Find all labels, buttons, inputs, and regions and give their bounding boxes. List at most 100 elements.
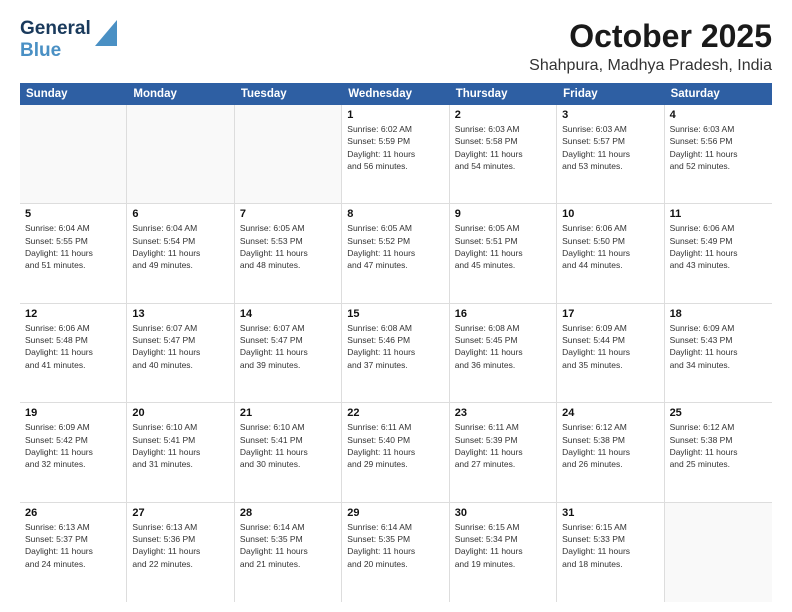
- calendar-cell: 29 Sunrise: 6:14 AM Sunset: 5:35 PM Dayli…: [342, 503, 449, 602]
- page: General Blue October 2025 Shahpura, Madh…: [0, 0, 792, 612]
- cell-day-number: 29: [347, 507, 443, 519]
- cell-day-number: 19: [25, 407, 121, 419]
- cell-day-number: 26: [25, 507, 121, 519]
- calendar-cell: 4Sunrise: 6:03 AM Sunset: 5:56 PM Daylig…: [665, 105, 772, 203]
- cell-day-number: 20: [132, 407, 228, 419]
- cell-info: Sunrise: 6:09 AM Sunset: 5:43 PM Dayligh…: [670, 322, 767, 371]
- cell-day-number: 12: [25, 308, 121, 320]
- calendar-cell: 6 Sunrise: 6:04 AM Sunset: 5:54 PM Daylig…: [127, 204, 234, 302]
- calendar-cell: 31 Sunrise: 6:15 AM Sunset: 5:33 PM Dayli…: [557, 503, 664, 602]
- cell-day-number: 27: [132, 507, 228, 519]
- cell-info: Sunrise: 6:10 AM Sunset: 5:41 PM Dayligh…: [240, 421, 336, 470]
- cell-day-number: 9: [455, 208, 551, 220]
- cell-day-number: 17: [562, 308, 658, 320]
- day-header-saturday: Saturday: [665, 83, 772, 105]
- cell-day-number: 13: [132, 308, 228, 320]
- cell-info: Sunrise: 6:15 AM Sunset: 5:34 PM Dayligh…: [455, 521, 551, 570]
- cell-day-number: 23: [455, 407, 551, 419]
- cell-day-number: 15: [347, 308, 443, 320]
- calendar-row: 5 Sunrise: 6:04 AM Sunset: 5:55 PM Daylig…: [20, 204, 772, 303]
- calendar-cell: 9Sunrise: 6:05 AM Sunset: 5:51 PM Daylig…: [450, 204, 557, 302]
- cell-info: Sunrise: 6:06 AM Sunset: 5:50 PM Dayligh…: [562, 222, 658, 271]
- logo: General Blue: [20, 18, 117, 62]
- cell-day-number: 5: [25, 208, 121, 220]
- cell-info: Sunrise: 6:13 AM Sunset: 5:37 PM Dayligh…: [25, 521, 121, 570]
- calendar-cell: 15Sunrise: 6:08 AM Sunset: 5:46 PM Dayli…: [342, 304, 449, 402]
- cell-info: Sunrise: 6:04 AM Sunset: 5:55 PM Dayligh…: [25, 222, 121, 271]
- cell-day-number: 1: [347, 109, 443, 121]
- calendar-cell: 27 Sunrise: 6:13 AM Sunset: 5:36 PM Dayli…: [127, 503, 234, 602]
- calendar-cell: 24Sunrise: 6:12 AM Sunset: 5:38 PM Dayli…: [557, 403, 664, 501]
- cell-day-number: 7: [240, 208, 336, 220]
- day-header-thursday: Thursday: [450, 83, 557, 105]
- cell-info: Sunrise: 6:03 AM Sunset: 5:58 PM Dayligh…: [455, 123, 551, 172]
- cell-info: Sunrise: 6:14 AM Sunset: 5:35 PM Dayligh…: [240, 521, 336, 570]
- cell-day-number: 2: [455, 109, 551, 121]
- title-block: October 2025 Shahpura, Madhya Pradesh, I…: [529, 18, 772, 75]
- main-title: October 2025: [529, 18, 772, 55]
- cell-info: Sunrise: 6:02 AM Sunset: 5:59 PM Dayligh…: [347, 123, 443, 172]
- day-header-friday: Friday: [557, 83, 664, 105]
- calendar-cell: 20 Sunrise: 6:10 AM Sunset: 5:41 PM Dayli…: [127, 403, 234, 501]
- calendar-cell: [127, 105, 234, 203]
- logo-blue: Blue: [20, 40, 91, 62]
- calendar-cell: 3Sunrise: 6:03 AM Sunset: 5:57 PM Daylig…: [557, 105, 664, 203]
- calendar-cell: 22 Sunrise: 6:11 AM Sunset: 5:40 PM Dayli…: [342, 403, 449, 501]
- calendar-row: 19 Sunrise: 6:09 AM Sunset: 5:42 PM Dayli…: [20, 403, 772, 502]
- calendar-cell: 17 Sunrise: 6:09 AM Sunset: 5:44 PM Dayli…: [557, 304, 664, 402]
- calendar-grid: 1 Sunrise: 6:02 AM Sunset: 5:59 PM Daylig…: [20, 105, 772, 602]
- cell-info: Sunrise: 6:12 AM Sunset: 5:38 PM Dayligh…: [670, 421, 767, 470]
- cell-day-number: 8: [347, 208, 443, 220]
- cell-info: Sunrise: 6:07 AM Sunset: 5:47 PM Dayligh…: [132, 322, 228, 371]
- cell-day-number: 28: [240, 507, 336, 519]
- cell-day-number: 31: [562, 507, 658, 519]
- calendar-row: 1 Sunrise: 6:02 AM Sunset: 5:59 PM Daylig…: [20, 105, 772, 204]
- calendar-cell: 18 Sunrise: 6:09 AM Sunset: 5:43 PM Dayli…: [665, 304, 772, 402]
- cell-day-number: 4: [670, 109, 767, 121]
- day-header-tuesday: Tuesday: [235, 83, 342, 105]
- calendar-cell: 12 Sunrise: 6:06 AM Sunset: 5:48 PM Dayli…: [20, 304, 127, 402]
- day-header-sunday: Sunday: [20, 83, 127, 105]
- cell-day-number: 18: [670, 308, 767, 320]
- cell-info: Sunrise: 6:10 AM Sunset: 5:41 PM Dayligh…: [132, 421, 228, 470]
- cell-info: Sunrise: 6:11 AM Sunset: 5:40 PM Dayligh…: [347, 421, 443, 470]
- cell-day-number: 14: [240, 308, 336, 320]
- calendar-cell: 5 Sunrise: 6:04 AM Sunset: 5:55 PM Daylig…: [20, 204, 127, 302]
- subtitle: Shahpura, Madhya Pradesh, India: [529, 57, 772, 75]
- calendar-cell: 8Sunrise: 6:05 AM Sunset: 5:52 PM Daylig…: [342, 204, 449, 302]
- cell-info: Sunrise: 6:09 AM Sunset: 5:42 PM Dayligh…: [25, 421, 121, 470]
- cell-info: Sunrise: 6:07 AM Sunset: 5:47 PM Dayligh…: [240, 322, 336, 371]
- calendar: SundayMondayTuesdayWednesdayThursdayFrid…: [20, 83, 772, 602]
- calendar-cell: 23 Sunrise: 6:11 AM Sunset: 5:39 PM Dayli…: [450, 403, 557, 501]
- calendar-cell: 14 Sunrise: 6:07 AM Sunset: 5:47 PM Dayli…: [235, 304, 342, 402]
- cell-day-number: 30: [455, 507, 551, 519]
- cell-info: Sunrise: 6:09 AM Sunset: 5:44 PM Dayligh…: [562, 322, 658, 371]
- calendar-cell: [665, 503, 772, 602]
- cell-day-number: 21: [240, 407, 336, 419]
- cell-info: Sunrise: 6:03 AM Sunset: 5:57 PM Dayligh…: [562, 123, 658, 172]
- header: General Blue October 2025 Shahpura, Madh…: [20, 18, 772, 75]
- day-header-wednesday: Wednesday: [342, 83, 449, 105]
- calendar-cell: 26 Sunrise: 6:13 AM Sunset: 5:37 PM Dayli…: [20, 503, 127, 602]
- cell-day-number: 10: [562, 208, 658, 220]
- calendar-cell: 11Sunrise: 6:06 AM Sunset: 5:49 PM Dayli…: [665, 204, 772, 302]
- cell-info: Sunrise: 6:12 AM Sunset: 5:38 PM Dayligh…: [562, 421, 658, 470]
- cell-info: Sunrise: 6:14 AM Sunset: 5:35 PM Dayligh…: [347, 521, 443, 570]
- calendar-cell: 2 Sunrise: 6:03 AM Sunset: 5:58 PM Daylig…: [450, 105, 557, 203]
- cell-info: Sunrise: 6:06 AM Sunset: 5:48 PM Dayligh…: [25, 322, 121, 371]
- calendar-cell: 13 Sunrise: 6:07 AM Sunset: 5:47 PM Dayli…: [127, 304, 234, 402]
- calendar-cell: 30 Sunrise: 6:15 AM Sunset: 5:34 PM Dayli…: [450, 503, 557, 602]
- calendar-cell: 19 Sunrise: 6:09 AM Sunset: 5:42 PM Dayli…: [20, 403, 127, 501]
- cell-day-number: 6: [132, 208, 228, 220]
- cell-info: Sunrise: 6:11 AM Sunset: 5:39 PM Dayligh…: [455, 421, 551, 470]
- cell-info: Sunrise: 6:15 AM Sunset: 5:33 PM Dayligh…: [562, 521, 658, 570]
- cell-info: Sunrise: 6:13 AM Sunset: 5:36 PM Dayligh…: [132, 521, 228, 570]
- cell-day-number: 22: [347, 407, 443, 419]
- calendar-cell: 7Sunrise: 6:05 AM Sunset: 5:53 PM Daylig…: [235, 204, 342, 302]
- cell-day-number: 25: [670, 407, 767, 419]
- calendar-cell: 16Sunrise: 6:08 AM Sunset: 5:45 PM Dayli…: [450, 304, 557, 402]
- calendar-cell: 10 Sunrise: 6:06 AM Sunset: 5:50 PM Dayli…: [557, 204, 664, 302]
- cell-day-number: 11: [670, 208, 767, 220]
- cell-info: Sunrise: 6:08 AM Sunset: 5:45 PM Dayligh…: [455, 322, 551, 371]
- cell-info: Sunrise: 6:04 AM Sunset: 5:54 PM Dayligh…: [132, 222, 228, 271]
